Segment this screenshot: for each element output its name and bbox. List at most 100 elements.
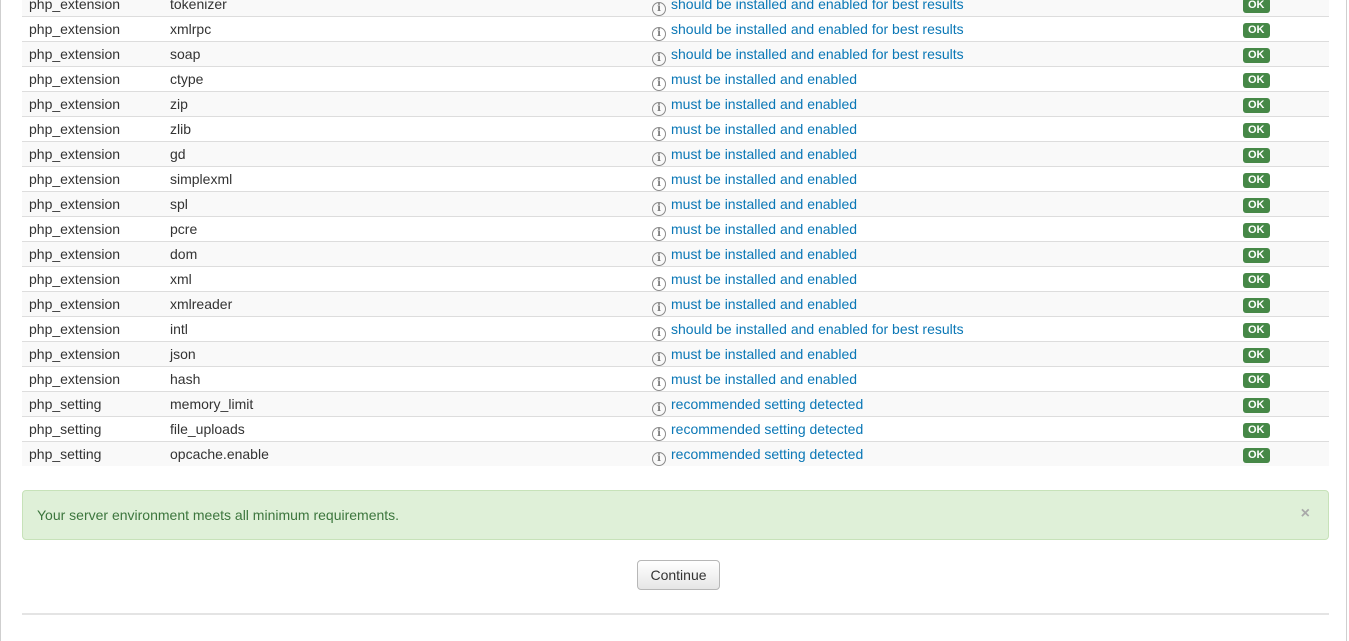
status-badge: OK (1243, 323, 1270, 338)
status-badge: OK (1243, 273, 1270, 288)
requirement-message-link[interactable]: must be installed and enabled (671, 271, 857, 287)
requirement-type: php_extension (22, 166, 163, 192)
table-row: php_extension hash i must be installed and … (22, 366, 1329, 392)
requirement-message-link[interactable]: recommended setting detected (671, 396, 863, 412)
status-badge: OK (1243, 423, 1270, 438)
requirement-message-link[interactable]: must be installed and enabled (671, 96, 857, 112)
table-row: php_setting opcache.enable i recommended se… (22, 441, 1329, 466)
requirement-message-cell: i must be installed and enabled (630, 216, 1233, 242)
requirement-status-cell: OK (1233, 141, 1329, 167)
status-badge: OK (1243, 348, 1270, 363)
info-circle-icon[interactable]: i (652, 302, 666, 316)
requirement-status-cell: OK (1233, 266, 1329, 292)
requirement-status-cell: OK (1233, 116, 1329, 142)
table-row: php_extension json i must be installed and … (22, 341, 1329, 367)
requirement-status-cell: OK (1233, 316, 1329, 342)
requirement-message-cell: i must be installed and enabled (630, 166, 1233, 192)
table-row: php_extension pcre i must be installed and … (22, 216, 1329, 242)
table-row: php_extension soap i should be installed an… (22, 41, 1329, 67)
status-badge: OK (1243, 48, 1270, 63)
requirement-message-link[interactable]: must be installed and enabled (671, 171, 857, 187)
status-badge: OK (1243, 173, 1270, 188)
status-badge: OK (1243, 198, 1270, 213)
requirement-message-cell: i should be installed and enabled for bes… (630, 316, 1233, 342)
info-circle-icon[interactable]: i (652, 177, 666, 191)
requirement-name: memory_limit (163, 391, 630, 417)
info-circle-icon[interactable]: i (652, 102, 666, 116)
info-circle-icon[interactable]: i (652, 252, 666, 266)
status-badge: OK (1243, 0, 1270, 13)
info-circle-icon[interactable]: i (652, 227, 666, 241)
info-circle-icon[interactable]: i (652, 2, 666, 16)
info-circle-icon[interactable]: i (652, 427, 666, 441)
requirement-status-cell: OK (1233, 191, 1329, 217)
status-badge: OK (1243, 398, 1270, 413)
requirement-status-cell: OK (1233, 341, 1329, 367)
requirement-type: php_extension (22, 266, 163, 292)
info-circle-icon[interactable]: i (652, 452, 666, 466)
requirement-type: php_extension (22, 41, 163, 67)
requirement-message-link[interactable]: recommended setting detected (671, 421, 863, 437)
info-circle-icon[interactable]: i (652, 352, 666, 366)
page-frame: php_extension tokenizer i should be install… (0, 0, 1347, 641)
status-badge: OK (1243, 148, 1270, 163)
requirement-name: dom (163, 241, 630, 267)
requirement-message-link[interactable]: recommended setting detected (671, 446, 863, 462)
requirement-message-link[interactable]: must be installed and enabled (671, 71, 857, 87)
requirement-type: php_setting (22, 391, 163, 417)
table-row: php_extension gd i must be installed and en… (22, 141, 1329, 167)
requirement-message-link[interactable]: should be installed and enabled for best… (671, 321, 964, 337)
requirement-message-link[interactable]: must be installed and enabled (671, 221, 857, 237)
requirement-message-link[interactable]: must be installed and enabled (671, 371, 857, 387)
requirement-name: spl (163, 191, 630, 217)
table-row: php_extension xml i must be installed and e… (22, 266, 1329, 292)
info-circle-icon[interactable]: i (652, 52, 666, 66)
requirement-message-cell: i must be installed and enabled (630, 341, 1233, 367)
info-circle-icon[interactable]: i (652, 377, 666, 391)
info-circle-icon[interactable]: i (652, 152, 666, 166)
requirement-message-link[interactable]: must be installed and enabled (671, 246, 857, 262)
requirement-status-cell: OK (1233, 366, 1329, 392)
table-row: php_extension spl i must be installed and e… (22, 191, 1329, 217)
requirement-message-link[interactable]: should be installed and enabled for best… (671, 21, 964, 37)
requirement-message-cell: i must be installed and enabled (630, 91, 1233, 117)
requirement-message-cell: i should be installed and enabled for bes… (630, 41, 1233, 67)
requirement-message-link[interactable]: must be installed and enabled (671, 296, 857, 312)
requirement-message-link[interactable]: must be installed and enabled (671, 346, 857, 362)
info-circle-icon[interactable]: i (652, 202, 666, 216)
requirement-message-cell: i must be installed and enabled (630, 141, 1233, 167)
info-circle-icon[interactable]: i (652, 77, 666, 91)
requirement-status-cell: OK (1233, 91, 1329, 117)
status-badge: OK (1243, 223, 1270, 238)
requirement-message-link[interactable]: should be installed and enabled for best… (671, 46, 964, 62)
table-row: php_extension simplexml i must be installed… (22, 166, 1329, 192)
continue-button[interactable]: Continue (637, 560, 720, 590)
info-circle-icon[interactable]: i (652, 402, 666, 416)
info-circle-icon[interactable]: i (652, 327, 666, 341)
requirement-message-link[interactable]: should be installed and enabled for best… (671, 0, 964, 12)
info-circle-icon[interactable]: i (652, 27, 666, 41)
requirement-type: php_extension (22, 341, 163, 367)
requirement-status-cell: OK (1233, 166, 1329, 192)
requirement-status-cell: OK (1233, 441, 1329, 466)
table-row: php_extension xmlrpc i should be installed … (22, 16, 1329, 42)
requirement-name: tokenizer (163, 0, 630, 17)
table-row: php_extension intl i should be installed an… (22, 316, 1329, 342)
table-row: php_extension zlib i must be installed and … (22, 116, 1329, 142)
success-alert: Your server environment meets all minimu… (22, 490, 1329, 540)
requirements-table: php_extension tokenizer i should be install… (22, 0, 1329, 466)
requirement-message-cell: i should be installed and enabled for bes… (630, 16, 1233, 42)
info-circle-icon[interactable]: i (652, 127, 666, 141)
requirement-message-cell: i must be installed and enabled (630, 291, 1233, 317)
info-circle-icon[interactable]: i (652, 277, 666, 291)
requirement-message-link[interactable]: must be installed and enabled (671, 146, 857, 162)
requirement-name: zip (163, 91, 630, 117)
requirement-message-link[interactable]: must be installed and enabled (671, 196, 857, 212)
requirement-message-cell: i recommended setting detected (630, 441, 1233, 466)
requirement-message-cell: i must be installed and enabled (630, 241, 1233, 267)
close-icon[interactable]: × (1301, 505, 1310, 523)
requirement-message-link[interactable]: must be installed and enabled (671, 121, 857, 137)
requirement-type: php_setting (22, 441, 163, 466)
requirement-name: simplexml (163, 166, 630, 192)
requirement-name: xml (163, 266, 630, 292)
